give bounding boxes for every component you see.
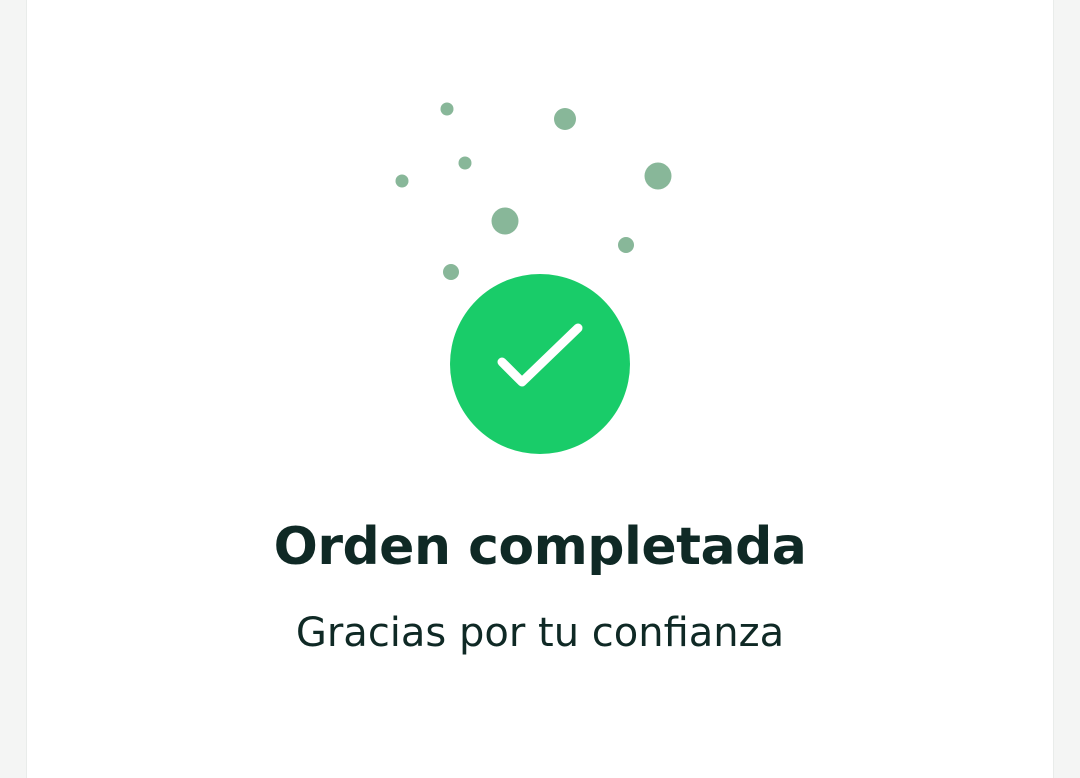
page-subtitle: Gracias por tu confianza	[295, 610, 785, 656]
page-title: Orden completada	[273, 517, 807, 577]
success-check-badge	[450, 274, 630, 454]
check-icon	[497, 323, 583, 387]
